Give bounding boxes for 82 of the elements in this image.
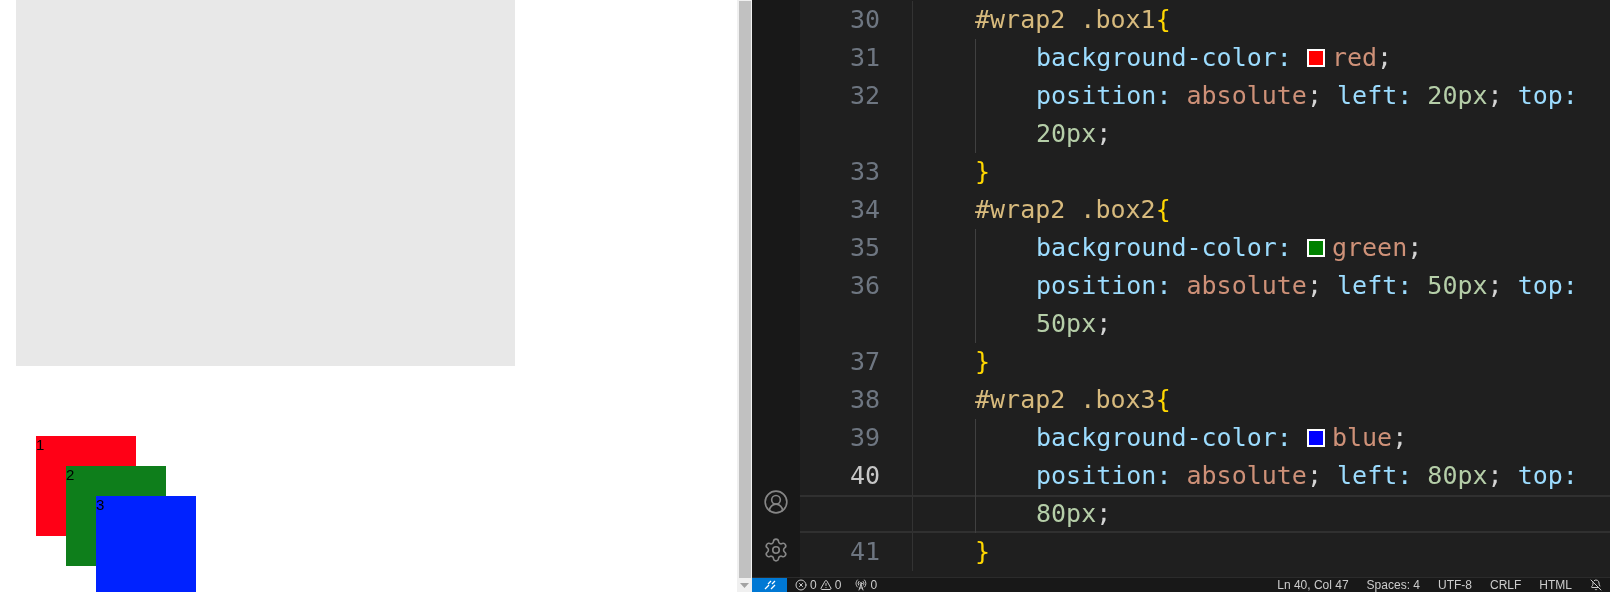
css-value: red <box>1331 42 1378 75</box>
css-number: 50px <box>1036 308 1097 341</box>
css-property: left: <box>1337 270 1414 303</box>
css-property: left: <box>1337 460 1414 493</box>
line-number: 40 <box>849 461 880 491</box>
punctuation: ; <box>1377 42 1393 75</box>
css-number: 80px <box>1427 460 1488 493</box>
punctuation: ; <box>1487 460 1504 493</box>
css-selector: #wrap2 .box3 <box>975 384 1156 417</box>
status-item[interactable]: Ln 40, Col 47 <box>1277 577 1349 592</box>
status-item[interactable]: UTF-8 <box>1438 577 1472 592</box>
line-number: 37 <box>849 347 880 377</box>
css-property: position: <box>1036 80 1173 113</box>
css-property: position: <box>1036 270 1173 303</box>
punctuation: ; <box>1392 422 1408 455</box>
square-label: 2 <box>66 466 75 484</box>
punctuation: ; <box>1487 270 1504 303</box>
css-property: left: <box>1337 80 1414 113</box>
css-selector: #wrap2 .box2 <box>975 194 1156 227</box>
ports-indicator[interactable]: 0 <box>855 577 878 592</box>
error-count: 0 <box>810 577 817 592</box>
color-swatch[interactable] <box>1306 239 1325 257</box>
css-number: 50px <box>1427 270 1488 303</box>
warning-count: 0 <box>834 577 842 592</box>
warning-icon <box>819 579 832 591</box>
line-number: 34 <box>849 195 880 225</box>
punctuation: ; <box>1096 498 1112 531</box>
css-property: top: <box>1517 80 1578 113</box>
punctuation: ; <box>1096 118 1112 151</box>
remote-button[interactable] <box>752 578 787 592</box>
line-number: 30 <box>849 5 880 35</box>
line-number: 35 <box>849 233 880 263</box>
line-number: 33 <box>849 157 880 187</box>
broadcast-icon <box>855 579 868 591</box>
css-property: position: <box>1036 460 1173 493</box>
css-number: 80px <box>1036 498 1097 531</box>
punctuation: ; <box>1407 232 1423 265</box>
css-value: green <box>1331 232 1408 265</box>
punctuation: ; <box>1306 80 1323 113</box>
punctuation: ; <box>1306 270 1323 303</box>
brace: { <box>1155 384 1171 417</box>
css-property: top: <box>1517 270 1578 303</box>
square-label: 3 <box>96 496 105 514</box>
line-number: 36 <box>849 271 880 301</box>
css-value: absolute <box>1186 270 1307 303</box>
brace: } <box>975 346 991 379</box>
css-number: 20px <box>1427 80 1488 113</box>
punctuation: ; <box>1096 308 1112 341</box>
line-number: 41 <box>849 537 880 567</box>
css-property: background-color: <box>1036 42 1293 75</box>
punctuation: ; <box>1487 80 1504 113</box>
css-property: background-color: <box>1036 232 1293 265</box>
remote-icon <box>763 580 776 590</box>
punctuation: ; <box>1306 460 1323 493</box>
css-value: absolute <box>1186 80 1307 113</box>
css-property: top: <box>1517 460 1578 493</box>
account-icon[interactable] <box>763 489 789 515</box>
line-number: 32 <box>849 81 880 111</box>
color-swatch[interactable] <box>1306 429 1325 447</box>
settings-icon[interactable] <box>763 537 789 563</box>
css-selector: #wrap2 .box1 <box>975 4 1156 37</box>
line-number: 39 <box>849 423 880 453</box>
brace: { <box>1155 4 1171 37</box>
status-item[interactable]: HTML <box>1539 577 1572 592</box>
css-value: absolute <box>1186 460 1307 493</box>
problems-indicator[interactable]: 0 0 <box>795 577 842 592</box>
status-item[interactable]: Spaces: 4 <box>1366 577 1420 592</box>
status-item[interactable]: CRLF <box>1490 577 1522 592</box>
error-icon <box>795 579 807 591</box>
line-number: 38 <box>849 385 880 415</box>
scrollbar-thumb[interactable] <box>738 1 751 578</box>
ports-count: 0 <box>870 577 878 592</box>
brace: } <box>975 536 991 569</box>
notifications-off-icon[interactable] <box>1590 579 1602 591</box>
square-label: 1 <box>36 436 45 454</box>
css-property: background-color: <box>1036 422 1293 455</box>
css-value: blue <box>1331 422 1393 455</box>
brace: } <box>975 156 991 189</box>
color-swatch[interactable] <box>1306 49 1325 67</box>
line-number: 31 <box>849 43 880 73</box>
css-number: 20px <box>1036 118 1097 151</box>
brace: { <box>1155 194 1171 227</box>
